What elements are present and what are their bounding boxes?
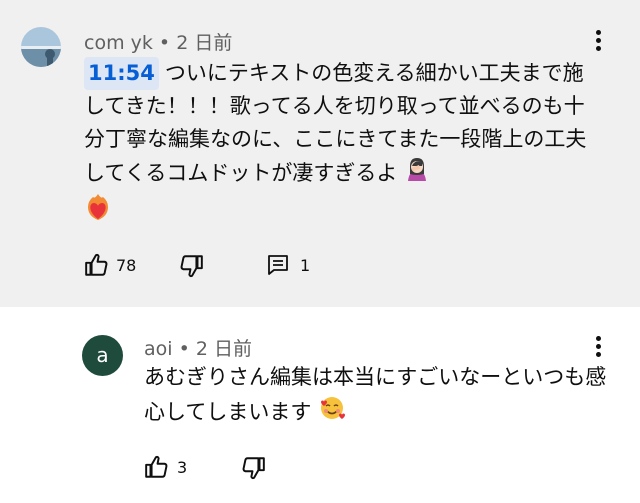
smiling-face-with-hearts-emoji <box>318 394 346 432</box>
comment-time: 2 日前 <box>176 32 233 54</box>
thumbs-up-icon <box>145 455 168 478</box>
face-palm-woman-emoji <box>404 156 430 192</box>
comment-text: あむぎりさん編集は本当にすごいなーといつも感心してしまいます <box>144 361 614 432</box>
more-options-button[interactable] <box>595 336 601 360</box>
meta-separator: • <box>158 32 171 54</box>
like-button[interactable]: 78 <box>84 252 136 278</box>
like-count: 3 <box>177 457 188 477</box>
comment-highlighted: com yk • 2 日前 11:54 ついにテキストの色変える細かい工夫まで施し… <box>0 0 640 307</box>
like-count: 78 <box>116 255 137 275</box>
like-button[interactable]: 3 <box>144 454 187 480</box>
user-avatar[interactable] <box>21 27 61 67</box>
comment-text: 11:54 ついにテキストの色変える細かい工夫まで施してきた！！！歌ってる人を切り… <box>84 57 604 232</box>
more-dot-icon <box>595 352 601 357</box>
comment-author[interactable]: aoi <box>144 338 173 360</box>
heart-on-fire-emoji <box>84 192 112 232</box>
meta-separator: • <box>178 338 190 360</box>
comment-author[interactable]: com yk <box>84 32 153 54</box>
more-dot-icon <box>595 46 601 51</box>
thumbs-down-icon <box>242 457 265 480</box>
thumbs-up-icon <box>85 253 108 276</box>
more-options-button[interactable] <box>595 30 601 54</box>
reply-button[interactable]: 1 <box>266 253 310 277</box>
dislike-button[interactable] <box>240 455 266 481</box>
comment-body: あむぎりさん編集は本当にすごいなーといつも感心してしまいます <box>144 365 607 424</box>
more-dot-icon <box>595 336 601 341</box>
comment-body: ついにテキストの色変える細かい工夫まで施してきた！！！歌ってる人を切り取って並べ… <box>84 61 587 185</box>
timestamp-link[interactable]: 11:54 <box>84 57 159 90</box>
reply-count: 1 <box>300 255 311 275</box>
dislike-button[interactable] <box>178 253 204 279</box>
comment-reply: a aoi • 2 日前 あむぎりさん編集は本当にすごいなーといつも感心してしま… <box>0 307 640 503</box>
more-dot-icon <box>595 38 601 43</box>
comment-reply-icon <box>268 255 288 275</box>
comment-meta: aoi • 2 日前 <box>144 334 252 361</box>
user-avatar[interactable]: a <box>82 335 123 376</box>
more-dot-icon <box>595 30 601 35</box>
more-dot-icon <box>595 344 601 349</box>
comment-meta: com yk • 2 日前 <box>84 28 232 55</box>
thumbs-down-icon <box>180 255 203 278</box>
landscape-avatar-image <box>21 27 61 67</box>
comment-time: 2 日前 <box>195 338 252 360</box>
